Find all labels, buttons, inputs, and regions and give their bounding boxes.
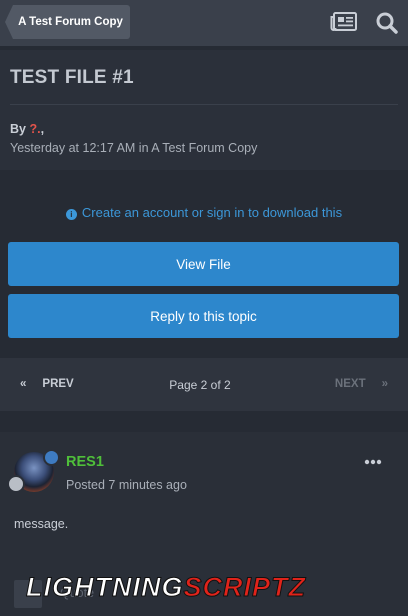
- info-icon: i: [65, 209, 77, 220]
- pagination: «PREV Page 2 of 2 NEXT»: [0, 358, 408, 411]
- breadcrumb-label: A Test Forum Copy: [18, 16, 123, 28]
- poster-name[interactable]: RES1: [66, 454, 104, 470]
- search-icon[interactable]: [375, 11, 399, 35]
- reply-topic-button[interactable]: Reply to this topic: [8, 294, 399, 338]
- page-title: TEST FILE #1: [10, 67, 134, 88]
- file-info: TEST FILE #1 By ?., Yesterday at 12:17 A…: [0, 50, 408, 170]
- next-page-link[interactable]: NEXT »: [335, 378, 388, 390]
- more-options-icon[interactable]: [364, 458, 382, 466]
- by-label: By: [10, 122, 26, 136]
- post-message: message.: [14, 517, 69, 531]
- double-chevron-right-icon: »: [381, 378, 388, 390]
- byline: By ?.,: [10, 122, 44, 136]
- next-label: NEXT: [334, 378, 366, 390]
- signin-link[interactable]: i Create an account or sign in to downloa…: [0, 205, 408, 220]
- divider: [10, 104, 398, 105]
- svg-text:LIGHTNINGSCRIPTZ: LIGHTNINGSCRIPTZ: [26, 572, 307, 602]
- post-timestamp: Posted 7 minutes ago: [66, 478, 187, 492]
- watermark-red: SCRIPTZ: [184, 572, 307, 602]
- view-file-button[interactable]: View File: [8, 242, 399, 286]
- activity-icon[interactable]: [330, 11, 358, 33]
- signin-text: Create an account or sign in to download…: [81, 205, 343, 220]
- breadcrumb-back[interactable]: A Test Forum Copy: [5, 5, 130, 39]
- dateline: Yesterday at 12:17 AM in A Test Forum Co…: [10, 141, 258, 155]
- author-suffix: ,: [40, 122, 45, 136]
- page-info-label: Page 2 of 2: [169, 378, 231, 392]
- rank-badge-icon: [7, 475, 25, 493]
- reply-topic-label: Reply to this topic: [150, 308, 257, 324]
- user-badge-icon: [43, 449, 60, 466]
- view-file-label: View File: [176, 256, 231, 272]
- watermark-logo: LIGHTNINGSCRIPTZ: [26, 572, 307, 603]
- watermark-white: LIGHTNING: [26, 572, 184, 602]
- top-header: A Test Forum Copy: [0, 0, 408, 46]
- download-section: i Create an account or sign in to downloa…: [0, 170, 408, 358]
- author-link[interactable]: ?.: [29, 122, 40, 136]
